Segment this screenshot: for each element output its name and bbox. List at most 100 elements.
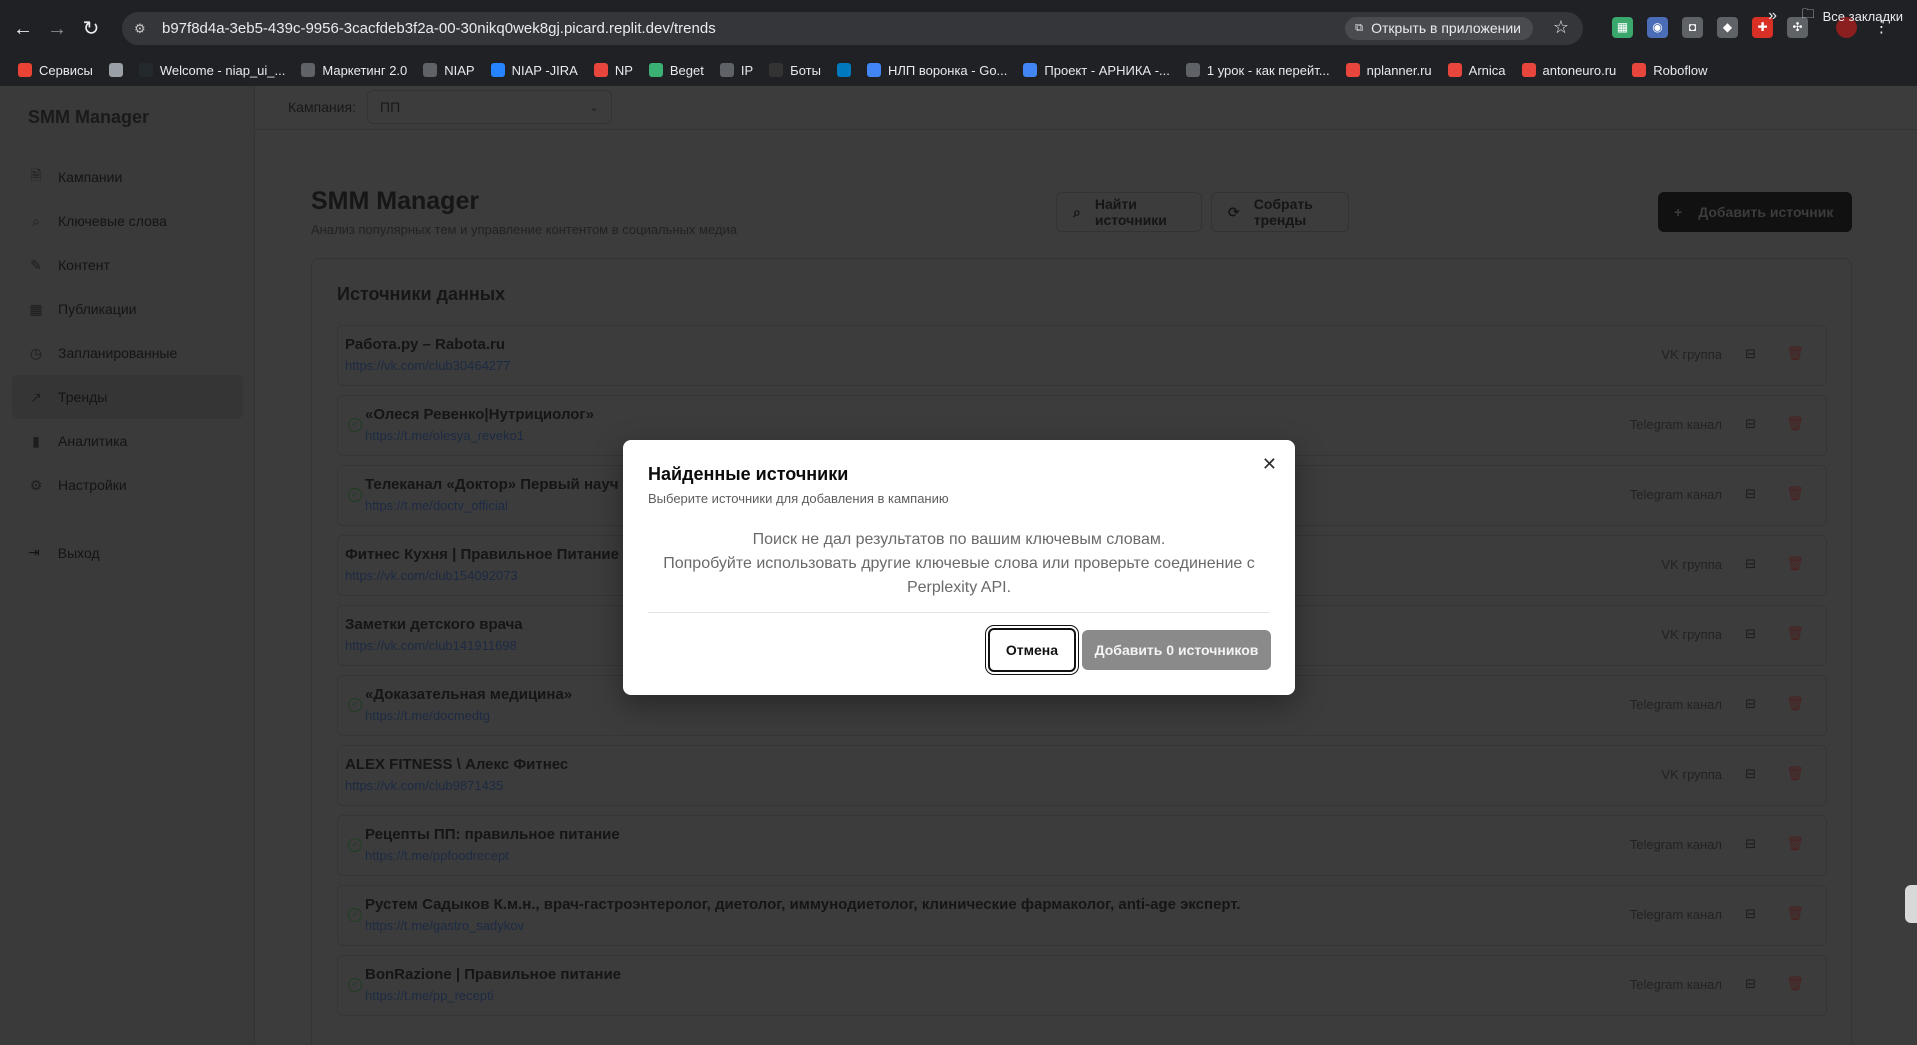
bar-chart-icon: ▮ <box>32 432 40 449</box>
address-bar[interactable]: ⚙ b97f8d4a-3eb5-439c-9956-3cacfdeb3f2a-0… <box>122 12 1583 45</box>
archive-icon[interactable]: ⊟ <box>1745 766 1756 782</box>
side-panel-handle[interactable] <box>1905 885 1917 923</box>
source-link[interactable]: https://t.me/doctv_official <box>365 498 508 513</box>
source-name: BonRazione | Правильное питание <box>365 966 622 983</box>
bookmark-item[interactable]: Боты <box>769 63 821 78</box>
bookmark-item[interactable]: Welcome - niap_ui_... <box>138 63 285 78</box>
trash-icon[interactable]: 🗑 <box>1786 555 1804 572</box>
source-row: ✓ Рецепты ПП: правильное питание https://t… <box>337 815 1827 876</box>
bookmark-item[interactable]: antoneuro.ru <box>1521 62 1617 78</box>
camera-icon[interactable]: ◘ <box>1682 17 1703 38</box>
close-icon[interactable]: ✕ <box>1262 455 1277 473</box>
reload-icon[interactable]: ↻ <box>80 18 102 40</box>
bookmark-item[interactable]: nplanner.ru <box>1345 63 1432 78</box>
bookmark-item[interactable] <box>836 63 851 77</box>
source-link[interactable]: https://t.me/gastro_sadykov <box>365 918 524 933</box>
source-type: VK группа <box>1661 767 1722 782</box>
archive-icon[interactable]: ⊟ <box>1745 696 1756 712</box>
collect-trends-button[interactable]: ⟳ Собрать тренды <box>1211 192 1349 232</box>
archive-icon[interactable]: ⊟ <box>1745 416 1756 432</box>
archive-icon[interactable]: ⊟ <box>1745 906 1756 922</box>
source-name: Фитнес Кухня | Правильное Питание <box>345 546 619 563</box>
bookmark-item[interactable]: 1 урок - как перейт... <box>1185 63 1330 78</box>
trash-icon[interactable]: 🗑 <box>1786 975 1804 992</box>
add-source-label: Добавить источник <box>1698 204 1834 220</box>
bookmark-item[interactable] <box>108 63 123 77</box>
trash-icon[interactable]: 🗑 <box>1786 625 1804 642</box>
logout-button[interactable]: ⇥ Выход <box>28 544 100 561</box>
find-sources-button[interactable]: ⌕ Найти источники <box>1056 192 1202 232</box>
bookmark-item[interactable]: Beget <box>648 63 704 78</box>
sidebar-item[interactable]: ✎ Контент <box>12 243 243 287</box>
archive-icon[interactable]: ⊟ <box>1745 346 1756 362</box>
source-link[interactable]: https://t.me/olesya_reveko1 <box>365 428 524 443</box>
bookmark-item[interactable]: NIAP -JIRA <box>490 62 578 78</box>
brush-icon: ✎ <box>30 256 42 273</box>
source-link[interactable]: https://vk.com/club30464277 <box>345 358 511 373</box>
sidebar-item[interactable]: ▮ Аналитика <box>12 419 243 463</box>
bookmark-favicon-icon <box>18 63 32 77</box>
bookmark-star-icon[interactable]: ☆ <box>1553 17 1569 38</box>
archive-icon[interactable]: ⊟ <box>1745 626 1756 642</box>
dialog-title: Найденные источники <box>648 464 849 484</box>
all-bookmarks[interactable]: 🗀 Все закладки <box>1802 0 1903 32</box>
trash-icon[interactable]: 🗑 <box>1786 485 1804 502</box>
sources-title: Источники данных <box>337 284 506 304</box>
trash-icon[interactable]: 🗑 <box>1786 835 1804 852</box>
source-name: Заметки детского врача <box>345 616 523 633</box>
campaign-select[interactable]: ПП ⌄ <box>367 90 612 124</box>
sidebar-item-label: Публикации <box>58 301 137 317</box>
sidebar-item[interactable]: ⌕ Ключевые слова <box>12 199 243 243</box>
trash-icon[interactable]: 🗑 <box>1786 765 1804 782</box>
bookmark-favicon-icon <box>769 63 784 77</box>
bookmark-label: antoneuro.ru <box>1542 62 1617 78</box>
source-link[interactable]: https://vk.com/club141911698 <box>345 638 517 653</box>
source-link[interactable]: https://t.me/ppfoodrecept <box>365 848 509 863</box>
sidebar: SMM Manager 🗎 Кампании ⌕ Ключевые слова ✎ Кон… <box>0 86 255 1045</box>
extension-icon[interactable]: ◉ <box>1647 17 1668 38</box>
source-link[interactable]: https://vk.com/club154092073 <box>345 568 518 583</box>
sidebar-item[interactable]: ⚙ Настройки <box>12 463 243 507</box>
bookmark-item[interactable]: NIAP <box>423 63 475 78</box>
bookmark-item[interactable]: Arnica <box>1447 63 1506 78</box>
trash-icon[interactable]: 🗑 <box>1786 345 1804 362</box>
add-source-button[interactable]: + Добавить источник <box>1658 192 1852 232</box>
page-title: SMM Manager <box>311 187 480 215</box>
bookmarks-overflow-icon[interactable]: » <box>1768 0 1777 32</box>
bookmark-label: Сервисы <box>39 62 93 78</box>
source-row: ✓ BonRazione | Правильное питание https://… <box>337 955 1827 1016</box>
site-info-icon[interactable]: ⚙ <box>134 21 152 37</box>
extension-icon[interactable]: ◆ <box>1717 17 1738 38</box>
sidebar-item[interactable]: ▦ Публикации <box>12 287 243 331</box>
sidebar-item[interactable]: ↗ Тренды <box>12 375 243 419</box>
bookmark-item[interactable]: Сервисы <box>18 63 93 78</box>
archive-icon[interactable]: ⊟ <box>1745 836 1756 852</box>
add-sources-button[interactable]: Добавить 0 источников <box>1082 630 1271 670</box>
find-sources-label: Найти источники <box>1094 196 1167 228</box>
bookmark-item[interactable]: NP <box>593 63 633 78</box>
cancel-button[interactable]: Отмена <box>988 628 1076 672</box>
trash-icon[interactable]: 🗑 <box>1786 695 1804 712</box>
back-icon[interactable]: ← <box>12 18 34 40</box>
trash-icon[interactable]: 🗑 <box>1786 905 1804 922</box>
forward-icon[interactable]: → <box>46 18 68 40</box>
bookmark-item[interactable]: Проект - АРНИКА -... <box>1023 63 1170 78</box>
source-link[interactable]: https://vk.com/club9871435 <box>345 778 503 793</box>
source-link[interactable]: https://t.me/pp_recepti <box>365 988 494 1003</box>
archive-icon[interactable]: ⊟ <box>1745 976 1756 992</box>
sidebar-item[interactable]: 🗎 Кампании <box>12 155 243 199</box>
extension-icon[interactable]: ▦ <box>1612 17 1633 38</box>
url-text[interactable]: b97f8d4a-3eb5-439c-9956-3cacfdeb3f2a-00-… <box>162 20 716 37</box>
campaign-value: ПП <box>380 99 401 115</box>
sidebar-item[interactable]: ◷ Запланированные <box>12 331 243 375</box>
bookmark-item[interactable]: НЛП воронка - Go... <box>866 63 1007 78</box>
bookmark-item[interactable]: Маркетинг 2.0 <box>301 63 407 78</box>
bookmark-item[interactable]: Roboflow <box>1632 63 1707 78</box>
trash-icon[interactable]: 🗑 <box>1786 415 1804 432</box>
open-in-app-button[interactable]: ⧉ Открыть в приложении <box>1345 17 1533 40</box>
archive-icon[interactable]: ⊟ <box>1745 486 1756 502</box>
source-link[interactable]: https://t.me/docmedtg <box>365 708 490 723</box>
archive-icon[interactable]: ⊟ <box>1745 556 1756 572</box>
bookmark-label: NIAP -JIRA <box>511 62 578 78</box>
bookmark-item[interactable]: IP <box>719 63 753 78</box>
